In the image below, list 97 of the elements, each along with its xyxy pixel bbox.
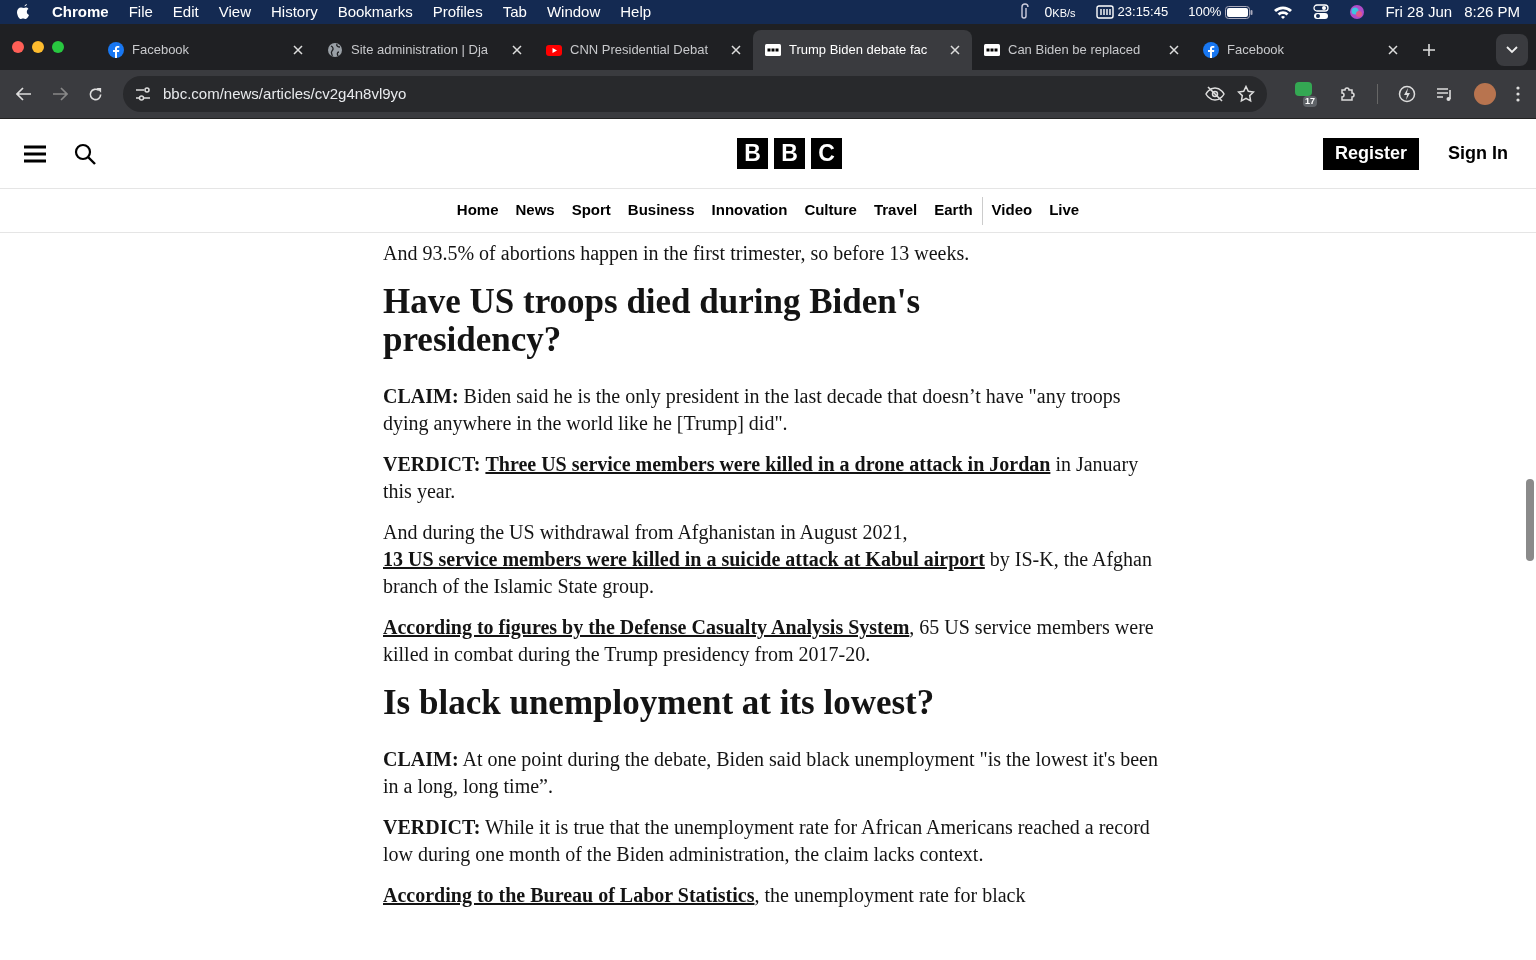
section-heading: Have US troops died during Biden's presidency? <box>383 283 922 359</box>
site-settings-icon[interactable] <box>135 87 151 101</box>
sign-in-link[interactable]: Sign In <box>1448 140 1508 167</box>
search-icon[interactable] <box>74 142 96 165</box>
network-speed: 0KB/s <box>1044 2 1076 22</box>
browser-tab[interactable]: Facebook <box>96 30 315 70</box>
tab-title: Can Biden be replaced <box>1008 41 1142 60</box>
eye-slash-icon[interactable] <box>1205 86 1225 102</box>
play-button-icon <box>546 42 562 58</box>
traffic-light-zoom[interactable] <box>52 41 64 53</box>
address-bar[interactable]: bbc.com/news/articles/cv2g4n8vl9yo <box>123 76 1267 112</box>
close-icon[interactable] <box>1169 45 1179 55</box>
traffic-light-close[interactable] <box>12 41 24 53</box>
extension-badge: 17 <box>1303 96 1317 107</box>
profile-avatar[interactable] <box>1474 83 1496 105</box>
more-vertical-icon[interactable] <box>1516 86 1520 102</box>
tab-title: Trump Biden debate fac <box>789 41 929 60</box>
tab-search-button[interactable] <box>1496 34 1528 66</box>
menu-item[interactable]: File <box>128 0 153 24</box>
logo-letter[interactable]: C <box>811 138 842 169</box>
assistant-orb-icon[interactable] <box>1349 4 1366 20</box>
scrollbar-thumb[interactable] <box>1526 479 1534 561</box>
three-squares-icon <box>984 42 1000 58</box>
paragraph: CLAIM: Biden said he is the only president in the last decade that doesn’t have "any troops dying anywhere in the world like he [Trump] did". <box>383 384 1122 437</box>
menu-item[interactable]: View <box>218 0 251 24</box>
browser-tab[interactable]: Can Biden be replaced <box>972 30 1191 70</box>
traffic-light-minimize[interactable] <box>32 41 44 53</box>
back-arrow-icon[interactable] <box>16 87 32 101</box>
battery-icon[interactable] <box>1225 5 1254 19</box>
extension-icon[interactable] <box>1295 82 1312 96</box>
browser-tab[interactable]: Site administration | Dja <box>315 30 534 70</box>
close-icon[interactable] <box>950 45 960 55</box>
menu-item[interactable]: Window <box>546 0 601 24</box>
timer-text: 23:15:45 <box>1117 3 1169 22</box>
battery-percent: 100% <box>1188 3 1222 22</box>
paragraph: And during the US withdrawal from Afghanistan in August 2021, 13 US service members were killed in a suicide attack at Kabul airport by IS-K, the Afghan branch of the Islamic State group. <box>383 520 1153 600</box>
memory-icon[interactable] <box>1095 5 1114 19</box>
nav-link[interactable]: Sport <box>571 199 611 222</box>
paragraph: CLAIM: At one point during the debate, Biden said black unemployment "is the lowest it's been in a long, long time”. <box>383 747 1159 800</box>
close-icon[interactable] <box>293 45 303 55</box>
tab-title: CNN Presidential Debat <box>570 41 709 60</box>
nav-link[interactable]: Earth <box>934 199 973 222</box>
wifi-icon[interactable] <box>1273 5 1294 19</box>
menu-item[interactable]: Profiles <box>432 0 483 24</box>
article-link[interactable]: Three US service members were killed in a drone attack in Jordan <box>485 453 1051 475</box>
chevron-down-icon <box>1506 46 1518 54</box>
paragraph: VERDICT: Three US service members were killed in a drone attack in Jordan in January this year. <box>383 452 1140 505</box>
star-icon[interactable] <box>1237 85 1255 103</box>
paperclip-icon[interactable] <box>1018 3 1029 21</box>
menu-icon[interactable] <box>24 144 46 163</box>
tab-title: Facebook <box>1227 41 1286 60</box>
playlist-icon[interactable] <box>1436 86 1454 102</box>
paragraph: According to figures by the Defense Casualty Analysis System, 65 US service members were killed in combat during the Trump presidency from 2017-20. <box>383 615 1155 668</box>
three-squares-icon <box>765 42 781 58</box>
forward-arrow-icon[interactable] <box>52 87 68 101</box>
nav-link[interactable]: Travel <box>873 199 918 222</box>
paragraph: According to the Bureau of Labor Statistics, the unemployment rate for black <box>383 883 1027 909</box>
puzzle-icon[interactable] <box>1339 85 1357 103</box>
browser-tab[interactable]: Facebook <box>1191 30 1410 70</box>
reload-icon[interactable] <box>88 86 103 102</box>
section-heading: Is black unemployment at its lowest? <box>383 684 936 722</box>
nav-link[interactable]: Culture <box>804 199 857 222</box>
toggles-icon[interactable] <box>1313 4 1330 20</box>
menu-item[interactable]: History <box>270 0 318 24</box>
globe-icon <box>327 42 343 58</box>
letter-f-circle-icon <box>1203 42 1219 58</box>
menu-item[interactable]: Help <box>620 0 652 24</box>
paragraph: VERDICT: While it is true that the unemployment rate for African Americans reached a record low during one month of the Biden administration, the claim lacks context. <box>383 815 1151 868</box>
logo-letter[interactable]: B <box>737 138 768 169</box>
nav-link[interactable]: News <box>515 199 555 222</box>
article-link[interactable]: According to figures by the Defense Casualty Analysis System <box>383 616 910 638</box>
nav-link[interactable]: Home <box>456 199 499 222</box>
nav-link[interactable]: Business <box>627 199 695 222</box>
close-icon[interactable] <box>731 45 741 55</box>
plus-icon[interactable] <box>1422 43 1436 57</box>
logo-letter[interactable]: B <box>774 138 805 169</box>
apple-logo-icon[interactable] <box>16 3 32 21</box>
letter-f-circle-icon <box>108 42 124 58</box>
nav-link[interactable]: Video <box>991 199 1033 222</box>
close-icon[interactable] <box>1388 45 1398 55</box>
menu-item[interactable]: Bookmarks <box>337 0 413 24</box>
browser-tab[interactable]: Trump Biden debate fac <box>753 30 972 70</box>
nav-link[interactable]: Innovation <box>711 199 788 222</box>
menu-item[interactable]: Edit <box>172 0 199 24</box>
paragraph: And 93.5% of abortions happen in the first trimester, so before 13 weeks. <box>383 241 971 267</box>
menu-bar-time: 8:26 PM <box>1464 1 1520 22</box>
close-icon[interactable] <box>512 45 522 55</box>
menu-bar-date: Fri 28 Jun <box>1385 1 1453 22</box>
app-menu[interactable]: Chrome <box>52 0 109 24</box>
tab-title: Site administration | Dja <box>351 41 490 60</box>
tab-title: Facebook <box>132 41 191 60</box>
url-text: bbc.com/news/articles/cv2g4n8vl9yo <box>163 83 408 104</box>
nav-link[interactable]: Live <box>1049 199 1080 222</box>
article-link[interactable]: 13 US service members were killed in a suicide attack at Kabul airport <box>383 548 985 570</box>
browser-tab[interactable]: CNN Presidential Debat <box>534 30 753 70</box>
menu-item[interactable]: Tab <box>502 0 527 24</box>
register-button[interactable]: Register <box>1322 137 1419 170</box>
